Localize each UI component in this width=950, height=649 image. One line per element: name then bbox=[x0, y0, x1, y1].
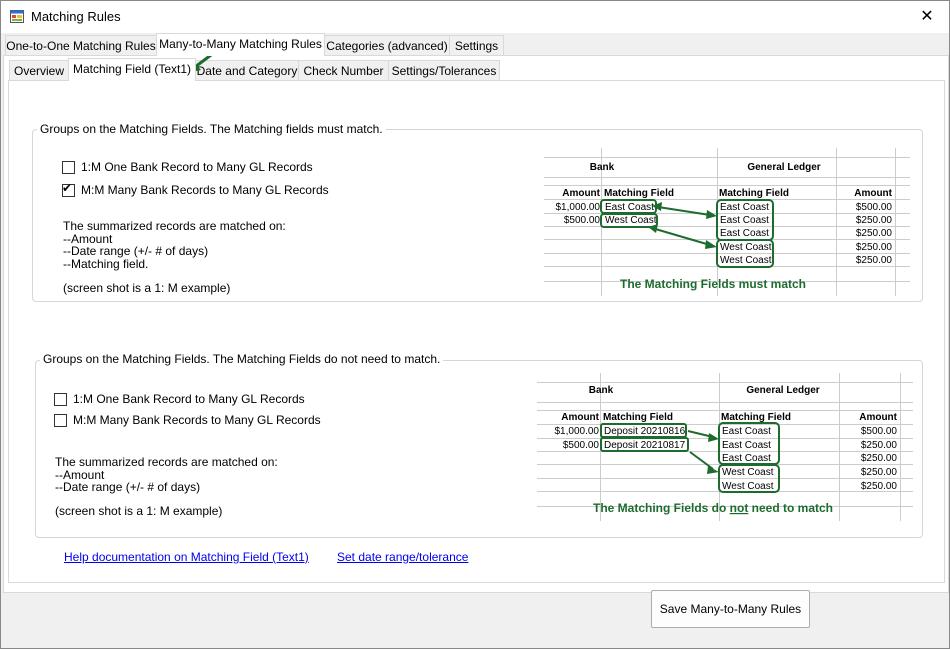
sheet-graphic: Bank General Ledger Amount Matching Fiel… bbox=[544, 148, 910, 296]
subtab-settings-tolerances[interactable]: Settings/Tolerances bbox=[388, 60, 500, 81]
gl-amount: $250.00 bbox=[856, 242, 893, 253]
example-note: (screen shot is a 1: M example) bbox=[55, 504, 223, 518]
gl-amount: $250.00 bbox=[861, 440, 898, 451]
window-title: Matching Rules bbox=[31, 9, 121, 24]
bank-header: Bank bbox=[590, 162, 615, 173]
subtab-matching-field[interactable]: Matching Field (Text1) bbox=[68, 58, 196, 81]
gl-amount: $250.00 bbox=[861, 467, 898, 478]
checkbox-checked[interactable]: ✔ bbox=[62, 180, 75, 197]
close-icon[interactable]: ✕ bbox=[913, 4, 941, 30]
option-label: 1:M One Bank Record to Many GL Records bbox=[81, 160, 313, 174]
gl-field: East Coast bbox=[722, 426, 771, 437]
gl-field: East Coast bbox=[720, 202, 769, 213]
bank-amount: $500.00 bbox=[564, 215, 601, 226]
subtab-overview[interactable]: Overview bbox=[9, 60, 69, 81]
bank-amount: $1,000.00 bbox=[555, 426, 600, 437]
example-sheet-not-need-match: Bank General Ledger Amount Matching Fiel… bbox=[537, 373, 913, 521]
tab-one-to-one[interactable]: One-to-One Matching Rules bbox=[5, 35, 157, 56]
gl-field: West Coast bbox=[720, 242, 772, 253]
bank-field: West Coast bbox=[605, 215, 657, 226]
bank-field: East Coast bbox=[605, 202, 654, 213]
option-label: 1:M One Bank Record to Many GL Records bbox=[73, 392, 305, 406]
option-many-to-many-1[interactable]: ✔ M:M Many Bank Records to Many GL Recor… bbox=[62, 180, 329, 197]
option-label: M:M Many Bank Records to Many GL Records bbox=[81, 183, 329, 197]
option-many-to-many-2[interactable]: M:M Many Bank Records to Many GL Records bbox=[54, 413, 321, 427]
amount-header: Amount bbox=[561, 412, 599, 423]
caption-emphasis: not bbox=[730, 501, 749, 515]
tab-settings[interactable]: Settings bbox=[449, 35, 504, 56]
matching-field-header: Matching Field bbox=[603, 412, 673, 423]
gl-field: West Coast bbox=[722, 481, 774, 492]
gl-field: East Coast bbox=[722, 440, 771, 451]
sheet-graphic: Bank General Ledger Amount Matching Fiel… bbox=[537, 373, 913, 521]
bank-header: Bank bbox=[589, 385, 614, 396]
tab-many-to-many[interactable]: Many-to-Many Matching Rules bbox=[156, 33, 325, 56]
amount-header: Amount bbox=[562, 188, 600, 199]
option-one-to-many-1[interactable]: 1:M One Bank Record to Many GL Records bbox=[62, 160, 313, 174]
summary-line: The summarized records are matched on: bbox=[55, 455, 278, 469]
gl-field: East Coast bbox=[722, 453, 771, 464]
gl-field: East Coast bbox=[720, 228, 769, 239]
gl-amount-header: Amount bbox=[854, 188, 892, 199]
group-not-need-match-title: Groups on the Matching Fields. The Match… bbox=[40, 352, 444, 366]
sheet-caption: The Matching Fields must match bbox=[620, 277, 806, 291]
bank-field: Deposit 20210816 bbox=[604, 426, 686, 437]
arrowhead-icon bbox=[705, 240, 717, 249]
summary-line: --Matching field. bbox=[63, 257, 149, 271]
bank-amount: $500.00 bbox=[563, 440, 600, 451]
title-bar: Matching Rules ✕ bbox=[1, 1, 949, 33]
example-sheet-must-match: Bank General Ledger Amount Matching Fiel… bbox=[544, 148, 910, 296]
bank-amount: $1,000.00 bbox=[556, 202, 601, 213]
gl-amount: $500.00 bbox=[861, 426, 898, 437]
tab-categories[interactable]: Categories (advanced) bbox=[324, 35, 450, 56]
arrowhead-icon bbox=[708, 433, 719, 442]
summary-line: --Date range (+/- # of days) bbox=[55, 480, 201, 494]
gl-amount: $250.00 bbox=[856, 215, 893, 226]
bank-field: Deposit 20210817 bbox=[604, 440, 686, 451]
summary-line: The summarized records are matched on: bbox=[63, 219, 286, 233]
gl-amount: $500.00 bbox=[856, 202, 893, 213]
gl-amount: $250.00 bbox=[861, 453, 898, 464]
summary-line: --Date range (+/- # of days) bbox=[63, 244, 209, 258]
sheet-caption: The Matching Fields do not need to match bbox=[593, 501, 833, 515]
gl-header: General Ledger bbox=[746, 385, 819, 396]
group-must-match-title: Groups on the Matching Fields. The Match… bbox=[37, 122, 386, 136]
gl-field: East Coast bbox=[720, 215, 769, 226]
gl-field: West Coast bbox=[722, 467, 774, 478]
option-one-to-many-2[interactable]: 1:M One Bank Record to Many GL Records bbox=[54, 392, 305, 406]
gl-amount-header: Amount bbox=[859, 412, 897, 423]
example-note: (screen shot is a 1: M example) bbox=[63, 281, 231, 295]
gl-matching-field-header: Matching Field bbox=[721, 412, 791, 423]
gl-amount: $250.00 bbox=[856, 228, 893, 239]
checkmark-icon: ✔ bbox=[62, 180, 73, 195]
gl-header: General Ledger bbox=[747, 162, 820, 173]
gl-amount: $250.00 bbox=[861, 481, 898, 492]
save-rules-button[interactable]: Save Many-to-Many Rules bbox=[651, 590, 810, 628]
checkbox[interactable] bbox=[62, 160, 75, 174]
arrowhead-icon bbox=[707, 466, 719, 474]
arrowhead-icon bbox=[706, 210, 717, 219]
checkbox[interactable] bbox=[54, 413, 67, 427]
gl-field: West Coast bbox=[720, 255, 772, 266]
matching-field-header: Matching Field bbox=[604, 188, 674, 199]
date-range-link[interactable]: Set date range/tolerance bbox=[337, 550, 468, 564]
gl-amount: $250.00 bbox=[856, 255, 893, 266]
checkbox[interactable] bbox=[54, 392, 67, 406]
help-doc-link[interactable]: Help documentation on Matching Field (Te… bbox=[64, 550, 309, 564]
gl-matching-field-header: Matching Field bbox=[719, 188, 789, 199]
subtab-check-number[interactable]: Check Number bbox=[298, 60, 389, 81]
option-label: M:M Many Bank Records to Many GL Records bbox=[73, 413, 321, 427]
matching-rules-window: Matching Rules ✕ One-to-One Matching Rul… bbox=[0, 0, 950, 649]
form-app-icon bbox=[10, 10, 24, 23]
